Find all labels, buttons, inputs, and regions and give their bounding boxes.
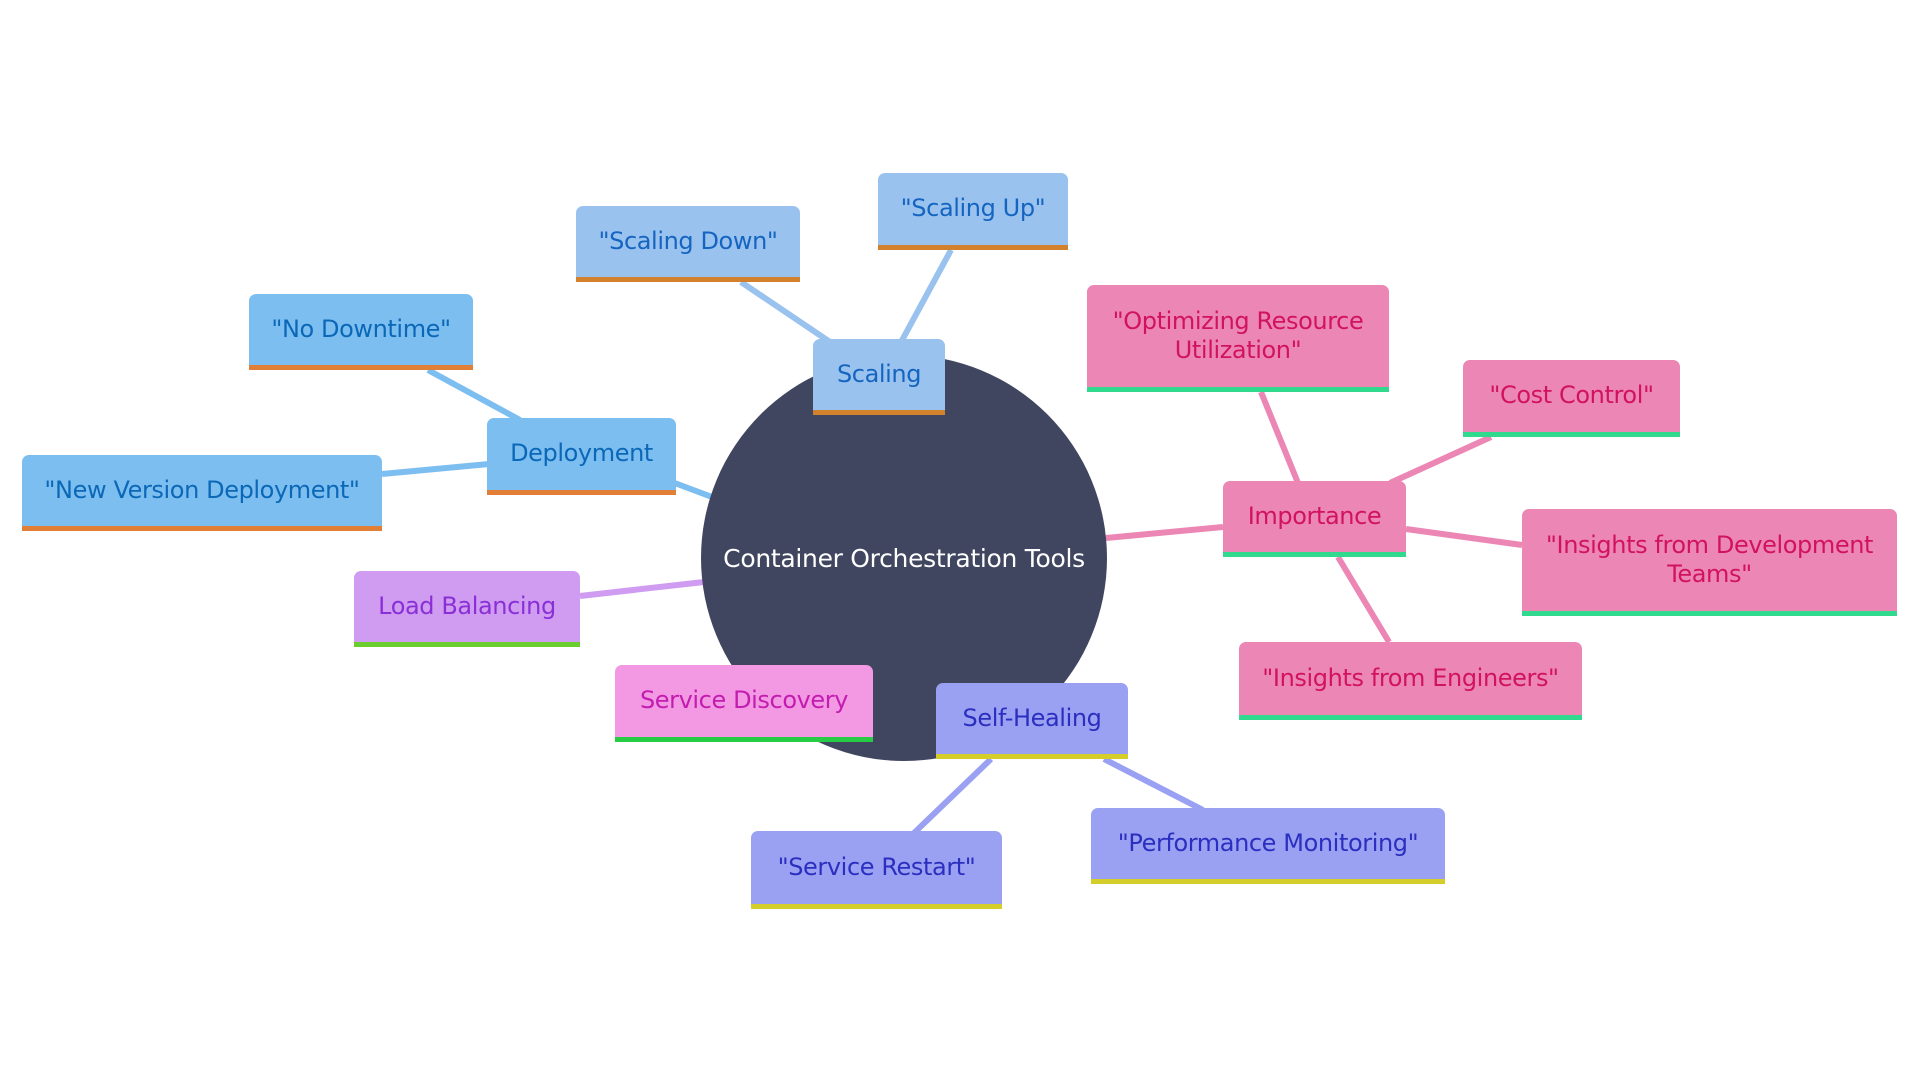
node-load-balancing[interactable]: Load Balancing bbox=[354, 571, 580, 647]
node-underline bbox=[751, 904, 1002, 909]
node-self-healing[interactable]: Self-Healing bbox=[936, 683, 1128, 759]
mindmap-canvas: Container Orchestration Tools Scaling "S… bbox=[0, 0, 1920, 1080]
edge-deployment-to-new-version bbox=[381, 461, 490, 477]
edge-importance-to-cost-control bbox=[1388, 434, 1493, 486]
node-underline bbox=[1522, 611, 1897, 616]
node-underline bbox=[1223, 552, 1406, 557]
node-insights-from-engineers[interactable]: "Insights from Engineers" bbox=[1239, 642, 1582, 720]
edge-root-to-deployment bbox=[670, 479, 714, 500]
node-label: "Scaling Down" bbox=[598, 226, 778, 255]
node-label: Self-Healing bbox=[962, 703, 1102, 732]
edge-importance-to-insights-eng bbox=[1335, 555, 1392, 644]
edge-scaling-to-scaling-down bbox=[739, 279, 832, 345]
node-performance-monitoring[interactable]: "Performance Monitoring" bbox=[1091, 808, 1445, 884]
node-service-discovery[interactable]: Service Discovery bbox=[615, 665, 873, 742]
node-underline bbox=[22, 526, 382, 531]
node-label: "No Downtime" bbox=[271, 314, 451, 343]
edge-self-healing-to-service-restart bbox=[911, 756, 994, 836]
node-underline bbox=[936, 754, 1128, 759]
node-underline bbox=[249, 365, 473, 370]
edge-deployment-to-no-downtime bbox=[426, 367, 522, 423]
node-label: "Scaling Up" bbox=[900, 194, 1046, 222]
node-optimizing-resource-utilization[interactable]: "Optimizing Resource Utilization" bbox=[1087, 285, 1389, 392]
node-underline bbox=[1463, 432, 1680, 437]
edge-root-to-load-balancing bbox=[579, 579, 705, 599]
node-label: Scaling bbox=[836, 359, 922, 388]
node-underline bbox=[615, 737, 873, 742]
edge-root-to-importance bbox=[1105, 524, 1224, 541]
node-underline bbox=[1091, 879, 1445, 884]
node-underline bbox=[576, 277, 800, 282]
root-label: Container Orchestration Tools bbox=[723, 543, 1085, 573]
node-underline bbox=[813, 410, 945, 415]
edge-self-healing-to-perf-monitoring bbox=[1102, 756, 1205, 813]
node-underline bbox=[1087, 387, 1389, 392]
node-label: "Cost Control" bbox=[1489, 381, 1654, 409]
node-scaling[interactable]: Scaling bbox=[813, 339, 945, 415]
node-underline bbox=[487, 490, 676, 495]
node-new-version-deployment[interactable]: "New Version Deployment" bbox=[22, 455, 382, 531]
edge-importance-to-optimizing bbox=[1258, 390, 1301, 485]
node-label: "Optimizing Resource Utilization" bbox=[1112, 306, 1364, 364]
node-label: "Insights from Engineers" bbox=[1262, 663, 1559, 692]
node-label: "Performance Monitoring" bbox=[1117, 828, 1419, 857]
node-insights-from-development-teams[interactable]: "Insights from Development Teams" bbox=[1522, 509, 1897, 616]
node-label: Service Discovery bbox=[639, 686, 849, 714]
node-label: Deployment bbox=[510, 439, 653, 467]
node-underline bbox=[354, 642, 580, 647]
node-label: "Insights from Development Teams" bbox=[1545, 530, 1874, 588]
node-label: "New Version Deployment" bbox=[44, 475, 360, 504]
node-cost-control[interactable]: "Cost Control" bbox=[1463, 360, 1680, 437]
node-underline bbox=[1239, 715, 1582, 720]
node-label: "Service Restart" bbox=[777, 852, 976, 881]
node-scaling-up[interactable]: "Scaling Up" bbox=[878, 173, 1068, 250]
node-importance[interactable]: Importance bbox=[1223, 481, 1406, 557]
node-no-downtime[interactable]: "No Downtime" bbox=[249, 294, 473, 370]
node-label: Importance bbox=[1247, 501, 1382, 530]
node-scaling-down[interactable]: "Scaling Down" bbox=[576, 206, 800, 282]
node-label: Load Balancing bbox=[378, 591, 556, 620]
node-underline bbox=[878, 245, 1068, 250]
node-service-restart[interactable]: "Service Restart" bbox=[751, 831, 1002, 909]
edge-importance-to-insights-dev bbox=[1405, 526, 1523, 548]
node-deployment[interactable]: Deployment bbox=[487, 418, 676, 495]
edge-scaling-to-scaling-up bbox=[897, 248, 954, 346]
